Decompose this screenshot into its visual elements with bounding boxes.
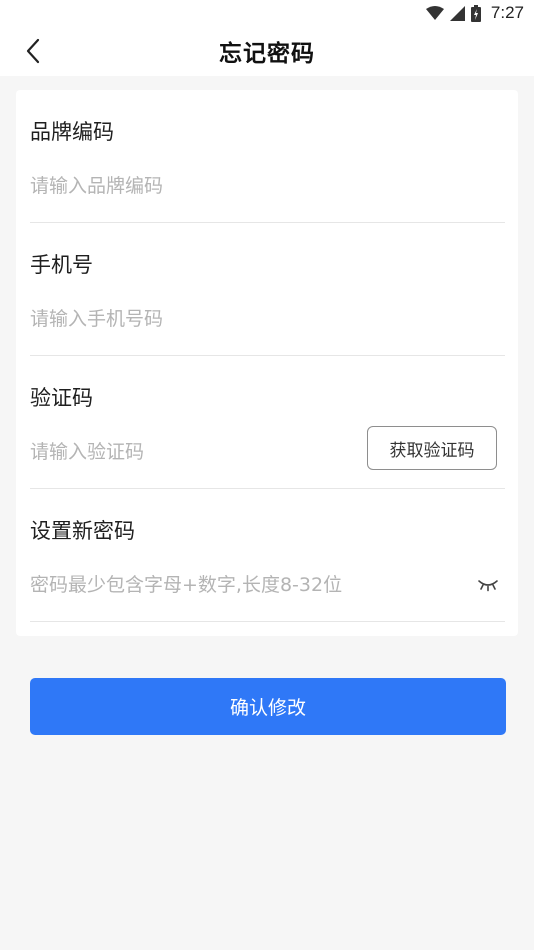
battery-icon bbox=[470, 4, 481, 22]
wifi-icon bbox=[425, 6, 444, 20]
phone-label: 手机号 bbox=[30, 253, 93, 277]
eye-closed-icon[interactable] bbox=[477, 577, 499, 593]
nav-bar: 忘记密码 bbox=[0, 26, 534, 76]
confirm-change-button[interactable]: 确认修改 bbox=[30, 678, 506, 735]
new-password-field: 设置新密码 bbox=[30, 489, 505, 622]
phone-field: 手机号 bbox=[30, 223, 505, 356]
status-bar: 7:27 bbox=[0, 0, 534, 26]
get-code-button[interactable]: 获取验证码 bbox=[367, 426, 497, 470]
brand-code-field: 品牌编码 bbox=[30, 90, 505, 223]
new-password-input[interactable] bbox=[30, 569, 450, 601]
status-time: 7:27 bbox=[490, 3, 524, 22]
phone-input[interactable] bbox=[30, 303, 350, 335]
page-title: 忘记密码 bbox=[219, 41, 315, 67]
verify-code-input[interactable] bbox=[30, 436, 350, 468]
brand-code-input[interactable] bbox=[30, 170, 350, 202]
signal-icon bbox=[449, 5, 465, 21]
chevron-left-icon bbox=[26, 38, 40, 64]
verify-code-label: 验证码 bbox=[30, 386, 93, 410]
verify-code-field: 验证码 获取验证码 bbox=[30, 356, 505, 489]
brand-code-label: 品牌编码 bbox=[30, 120, 114, 144]
new-password-label: 设置新密码 bbox=[30, 519, 135, 543]
form-card: 品牌编码 手机号 验证码 获取验证码 设置新密码 bbox=[16, 90, 518, 636]
back-button[interactable] bbox=[18, 36, 48, 66]
